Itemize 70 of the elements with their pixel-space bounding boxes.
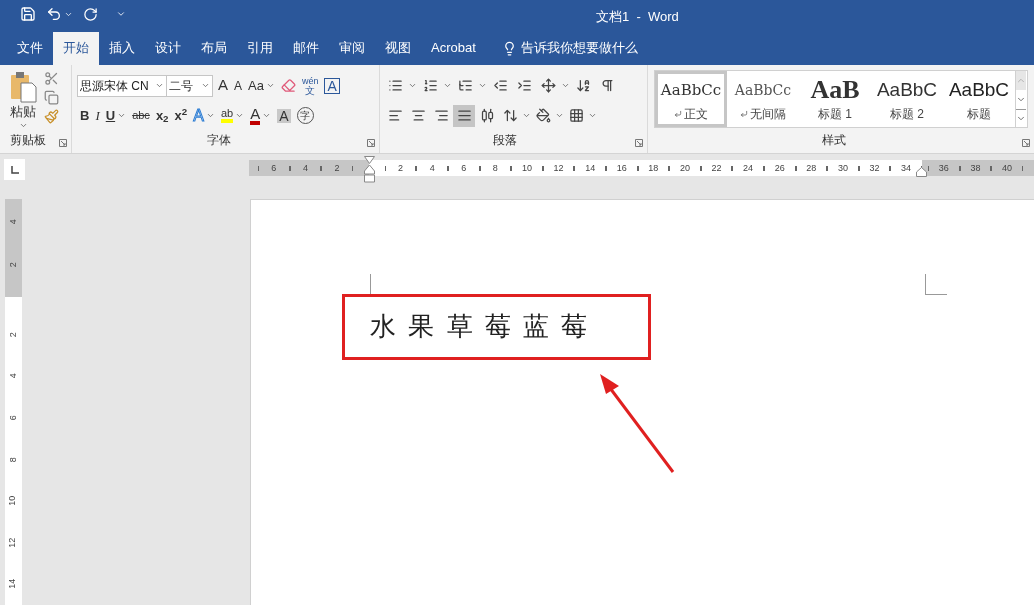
ruler-number: 8 [6,456,19,462]
ruler-number: 6 [271,163,277,173]
ruler-number: 22 [711,163,722,173]
ruler-number: 6 [461,163,467,173]
ruler-number: 10 [6,496,19,506]
strikethrough-button[interactable]: abc [129,104,153,127]
ribbon-tab[interactable]: 邮件 [283,31,329,65]
ribbon-tab[interactable]: 布局 [191,31,237,65]
underline-button[interactable]: U [102,104,130,127]
ruler-number: 28 [806,163,817,173]
ruler-number: 12 [6,537,19,548]
font-color-button[interactable]: A [247,104,275,127]
ruler-number: 30 [837,163,848,173]
ruler-number: 4 [302,163,308,173]
phonetic-guide-button[interactable]: wén 文 [298,74,322,97]
ruler-number: 6 [6,415,19,421]
script-button[interactable]: x$^{2}$ [171,104,191,127]
ruler-number: 20 [679,163,690,173]
ruler-number: 14 [6,579,19,590]
ruler-number: 40 [1001,163,1012,173]
ruler-number: 14 [585,163,596,173]
tell-me-field[interactable]: 告诉我你想要做什么 [520,38,638,58]
ruler-number: 36 [938,163,949,173]
document-text: 水 果 草 莓 蓝 莓 [370,310,590,344]
ribbon-tab[interactable]: 视图 [375,31,421,65]
ruler-number: 32 [869,163,880,173]
ruler-number: 2 [6,332,19,338]
ruler-number: 2 [6,261,19,267]
font-name-field[interactable]: 思源宋体 CN [77,74,167,97]
paste-button[interactable]: 粘贴 [8,70,38,130]
style-item[interactable]: AaB 标题 1 [799,70,871,127]
ribbon-tab[interactable]: 审阅 [329,31,375,65]
highlight-button[interactable]: ab [217,104,248,127]
ruler-number: 18 [648,163,659,173]
window-title: 文档1 - Word [596,8,679,26]
ribbon-tab[interactable]: 设计 [145,31,191,65]
grow-font-button[interactable]: A [215,74,231,97]
ruler-number: 4 [6,373,19,379]
change-case-button[interactable]: Aa [245,74,278,97]
ruler-number: 26 [774,163,785,173]
font-size-field[interactable]: 二号 [167,74,213,97]
bold-button[interactable]: B [77,104,93,127]
ruler-number: 38 [970,163,981,173]
ruler-number: 10 [521,163,532,173]
ruler-number: 8 [492,163,498,173]
ruler-number: 24 [743,163,754,173]
ruler-number: 2 [334,163,340,173]
ribbon-tab[interactable]: 文件 [7,31,53,65]
ribbon-tab[interactable]: Acrobat [421,31,486,65]
ruler-number: 4 [429,163,435,173]
style-item[interactable]: AaBbCc 无间隔 [727,70,799,127]
style-item[interactable]: AaBbC 标题 2 [871,70,943,127]
ribbon-tab[interactable]: 插入 [99,31,145,65]
group-label: 字体 [207,132,231,150]
group-label: 段落 [493,132,517,150]
style-item[interactable]: AaBbC 标题 [943,70,1015,127]
ruler-number: 34 [901,163,912,173]
ruler-number: 12 [553,163,564,173]
ruler-number: 2 [398,163,404,173]
character-shading-button[interactable]: A [274,104,294,127]
group-label: 样式 [822,132,846,150]
ribbon-tab[interactable]: 引用 [237,31,283,65]
ruler-number: 16 [616,163,627,173]
ribbon-tab[interactable]: 开始 [53,31,99,65]
shrink-font-button[interactable]: A [231,74,246,97]
italic-button[interactable]: I [92,104,103,127]
ruler-number: 4 [6,218,19,224]
script-button[interactable]: x$_{2}$ [152,104,172,127]
group-label: 剪贴板 [10,132,46,150]
style-item[interactable]: AaBbCc 正文 [655,70,727,127]
